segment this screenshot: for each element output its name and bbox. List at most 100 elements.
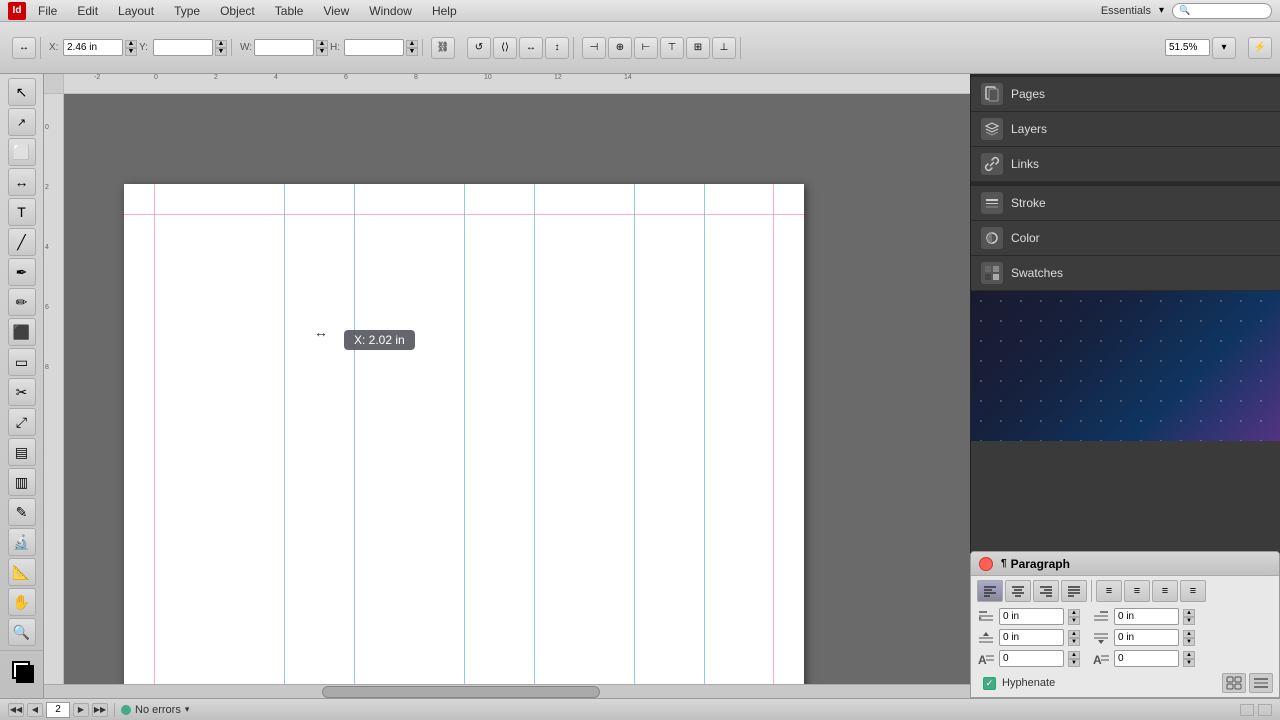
gap-tool[interactable]: ↔ (8, 168, 36, 196)
align-left-btn[interactable]: ⊣ (582, 37, 606, 59)
w-down[interactable]: ▼ (316, 48, 328, 56)
select-tool[interactable]: ↖ (8, 78, 36, 106)
space-after-stepper[interactable]: ▲ ▼ (1183, 630, 1195, 646)
grid-btn-2[interactable] (1249, 673, 1273, 693)
prev-page-btn[interactable]: ◀ (27, 703, 43, 717)
note-tool[interactable]: ✎ (8, 498, 36, 526)
y-input[interactable] (153, 39, 213, 56)
zoom-tool[interactable]: 🔍 (8, 618, 36, 646)
dropcap-chars-up[interactable]: ▲ (1183, 651, 1195, 659)
page-tool[interactable]: ⬜ (8, 138, 36, 166)
dropcap-lines-stepper[interactable]: ▲ ▼ (1068, 651, 1080, 667)
y-stepper[interactable]: ▲ ▼ (215, 40, 227, 56)
left-indent-input[interactable] (999, 608, 1064, 625)
active-tool-icon[interactable]: ↔ (12, 37, 36, 59)
dropcap-lines-input[interactable] (999, 650, 1064, 667)
right-indent-input[interactable] (1114, 608, 1179, 625)
justify-all-btn[interactable]: ≡ (1152, 580, 1178, 602)
dropcap-lines-up[interactable]: ▲ (1068, 651, 1080, 659)
x-stepper[interactable]: ▲ ▼ (125, 40, 137, 56)
panel-layers[interactable]: Layers (971, 112, 1280, 147)
menu-window[interactable]: Window (365, 4, 416, 18)
last-page-btn[interactable]: ▶▶ (92, 703, 108, 717)
direct-select-tool[interactable]: ↗ (8, 108, 36, 136)
panel-links[interactable]: Links (971, 147, 1280, 182)
gradient-feather-tool[interactable]: ▥ (8, 468, 36, 496)
status-dropdown-arrow[interactable]: ▾ (185, 704, 190, 715)
menu-view[interactable]: View (319, 4, 353, 18)
h-scrollbar[interactable] (44, 684, 970, 698)
space-after-down[interactable]: ▼ (1183, 638, 1195, 646)
menu-object[interactable]: Object (216, 4, 259, 18)
x-input[interactable] (63, 39, 123, 56)
space-before-down[interactable]: ▼ (1068, 638, 1080, 646)
menu-help[interactable]: Help (428, 4, 461, 18)
space-after-up[interactable]: ▲ (1183, 630, 1195, 638)
flip-h-btn[interactable]: ↔ (519, 37, 543, 59)
dropcap-lines-down[interactable]: ▼ (1068, 659, 1080, 667)
shear-btn[interactable]: ⟨⟩ (493, 37, 517, 59)
space-before-stepper[interactable]: ▲ ▼ (1068, 630, 1080, 646)
color-boxes[interactable] (8, 655, 36, 683)
rotate-btn[interactable]: ↺ (467, 37, 491, 59)
align-bottom-btn[interactable]: ⊥ (712, 37, 736, 59)
align-right-para-btn[interactable] (1033, 580, 1059, 602)
menu-file[interactable]: File (34, 4, 61, 18)
h-scroll-thumb[interactable] (322, 686, 600, 698)
panel-toggle-1[interactable] (1240, 704, 1254, 716)
right-indent-stepper[interactable]: ▲ ▼ (1183, 609, 1195, 625)
menu-table[interactable]: Table (271, 4, 308, 18)
left-indent-stepper[interactable]: ▲ ▼ (1068, 609, 1080, 625)
grid-btn-1[interactable] (1222, 673, 1246, 693)
flip-v-btn[interactable]: ↕ (545, 37, 569, 59)
constrain-btn[interactable]: ⛓ (431, 37, 455, 59)
y-down[interactable]: ▼ (215, 48, 227, 56)
scissors-tool[interactable]: ✂ (8, 378, 36, 406)
panel-toggle-2[interactable] (1258, 704, 1272, 716)
space-after-input[interactable] (1114, 629, 1179, 646)
justify-right-btn[interactable]: ≡ (1124, 580, 1150, 602)
first-page-btn[interactable]: ◀◀ (8, 703, 24, 717)
justify-left-btn[interactable] (1061, 580, 1087, 602)
h-stepper[interactable]: ▲ ▼ (406, 40, 418, 56)
panel-swatches[interactable]: Swatches (971, 256, 1280, 291)
rect-tool[interactable]: ▭ (8, 348, 36, 376)
lightning-btn[interactable]: ⚡ (1248, 37, 1272, 59)
h-up[interactable]: ▲ (406, 40, 418, 48)
zoom-input[interactable] (1165, 39, 1210, 56)
pencil-tool[interactable]: ✏ (8, 288, 36, 316)
page-number-input[interactable] (46, 702, 70, 718)
w-up[interactable]: ▲ (316, 40, 328, 48)
h-down[interactable]: ▼ (406, 48, 418, 56)
menu-edit[interactable]: Edit (73, 4, 102, 18)
y-up[interactable]: ▲ (215, 40, 227, 48)
panel-pages[interactable]: Pages (971, 77, 1280, 112)
last-line-left-btn[interactable]: ≡ (1180, 580, 1206, 602)
paragraph-panel-close[interactable] (979, 557, 993, 571)
type-tool[interactable]: T (8, 198, 36, 226)
panel-stroke[interactable]: Stroke (971, 186, 1280, 221)
space-before-up[interactable]: ▲ (1068, 630, 1080, 638)
menu-layout[interactable]: Layout (114, 4, 158, 18)
right-indent-up[interactable]: ▲ (1183, 609, 1195, 617)
pen-tool[interactable]: ✒ (8, 258, 36, 286)
hyphenate-checkbox[interactable]: ✓ (983, 677, 996, 690)
free-transform-tool[interactable]: ⤢ (8, 408, 36, 436)
next-page-btn[interactable]: ▶ (73, 703, 89, 717)
align-center-btn[interactable]: ⊕ (608, 37, 632, 59)
align-left-btn[interactable] (977, 580, 1003, 602)
x-up[interactable]: ▲ (125, 40, 137, 48)
measure-tool[interactable]: 📐 (8, 558, 36, 586)
h-input[interactable] (344, 39, 404, 56)
left-indent-down[interactable]: ▼ (1068, 617, 1080, 625)
eyedropper-tool[interactable]: 🔬 (8, 528, 36, 556)
left-indent-up[interactable]: ▲ (1068, 609, 1080, 617)
right-indent-down[interactable]: ▼ (1183, 617, 1195, 625)
menu-type[interactable]: Type (170, 4, 204, 18)
dropcap-chars-down[interactable]: ▼ (1183, 659, 1195, 667)
align-middle-btn[interactable]: ⊞ (686, 37, 710, 59)
align-top-btn[interactable]: ⊤ (660, 37, 684, 59)
canvas-area[interactable]: -2 0 2 4 6 8 10 12 14 0 2 4 6 8 ↔ X: 2.0… (44, 74, 970, 698)
x-down[interactable]: ▼ (125, 48, 137, 56)
hand-tool[interactable]: ✋ (8, 588, 36, 616)
